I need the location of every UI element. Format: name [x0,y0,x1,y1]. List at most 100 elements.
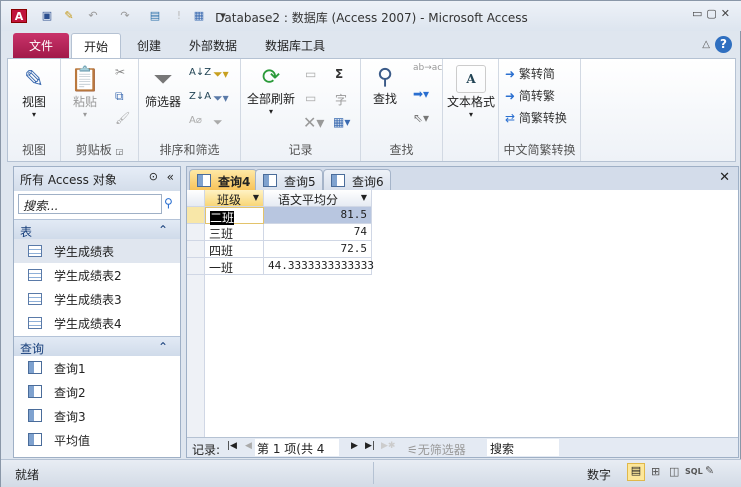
nav-search-input[interactable]: 搜索... [18,194,162,214]
nav-item-table[interactable]: 学生成绩表2 [14,263,180,287]
replace-icon[interactable]: ab→ac [413,63,442,73]
nav-item-query[interactable]: 查询1 [14,356,180,380]
dropdown-arrow-icon[interactable]: ▼ [253,193,259,202]
nav-item-query[interactable]: 查询3 [14,404,180,428]
no-filter-button[interactable]: ⚟无筛选器 [407,441,466,458]
dropdown-arrow-icon[interactable]: ▼ [361,193,367,202]
copy-icon[interactable]: ⧉ [115,89,124,104]
close-icon[interactable]: ✕ [719,170,730,185]
find-button[interactable]: ⚲ 查找 [365,65,405,107]
goto-icon[interactable]: ➡▾ [413,87,429,101]
selection-filter-icon[interactable]: ⏷▾ [213,67,229,82]
tab-file[interactable]: 文件 [13,33,69,59]
record-search-input[interactable]: 搜索 [487,439,559,456]
chevron-down-icon[interactable]: ⊙ [149,170,158,183]
nav-section-queries[interactable]: 查询 ⌃ [14,336,180,356]
simplified-to-traditional-button[interactable]: ➜ 简转繁 [505,87,555,104]
doc-tab-query5[interactable]: 查询5 [255,169,323,190]
chinese-conversion-button[interactable]: ⇄ 简繁转换 [505,109,567,126]
row-selector[interactable] [187,224,205,241]
clear-sort-icon[interactable]: A⌀ [189,115,202,126]
table-cell[interactable]: 一班 [205,258,264,275]
select-all[interactable] [187,190,205,207]
pivot-chart-view-icon[interactable]: ◫ [669,465,679,478]
doc-tab-query6[interactable]: 查询6 [323,169,391,190]
next-record-icon[interactable]: ▶ [351,441,358,451]
minimize-ribbon-icon[interactable]: △ [702,39,710,50]
table-cell[interactable]: 81.5 [264,207,372,224]
view-button[interactable]: ✎ 视图 ▾ [12,65,56,119]
nav-item-query[interactable]: 查询2 [14,380,180,404]
totals-icon[interactable]: Σ [335,67,343,81]
search-icon[interactable]: ⚲ [164,196,173,210]
row-selector[interactable] [187,241,205,258]
window-controls[interactable]: ▭▢✕ [692,7,734,20]
previous-record-icon[interactable]: ◀ [245,441,252,451]
table-cell[interactable]: 72.5 [264,241,372,258]
section-title: 查询 [20,342,45,356]
help-icon[interactable]: ? [715,36,732,53]
tab-database-tools[interactable]: 数据库工具 [253,33,337,59]
nav-item-table[interactable]: 学生成绩表4 [14,311,180,335]
pivot-table-view-icon[interactable]: ⊞ [651,465,660,478]
sort-descending-icon[interactable]: Z↓A [189,91,211,102]
column-header[interactable]: 语文平均分 ▼ [264,190,372,207]
nav-section-tables[interactable]: 表 ⌃ [14,219,180,239]
group-chinese-conversion: ➜ 繁转简 ➜ 简转繁 ⇄ 简繁转换 中文简繁转换 [499,59,581,161]
traditional-to-simplified-button[interactable]: ➜ 繁转简 [505,65,555,82]
paste-label: 粘贴 [72,95,97,109]
advanced-filter-icon[interactable]: ⏷▾ [213,91,229,106]
table-cell[interactable]: 三班 [205,224,264,241]
table-cell[interactable]: 二班 [205,207,264,225]
text-format-button[interactable]: A 文本格式 ▾ [445,65,497,119]
group-clipboard: 📋 粘贴 ▾ ✂ ⧉ 🖌 剪贴板 ◲ [61,59,139,161]
s2t-label: 简转繁 [518,89,555,103]
toggle-filter-icon[interactable]: ⏷ [213,115,223,130]
nav-item-table[interactable]: 学生成绩表3 [14,287,180,311]
collapse-pane-icon[interactable]: « [167,170,174,184]
datasheet-view-icon[interactable]: ▤ [627,463,645,481]
spelling-icon[interactable]: 字 [335,91,347,108]
convert-icon: ➜ [505,67,516,81]
save-record-icon[interactable]: ▭ [305,91,316,105]
divider [373,462,374,484]
format-painter-icon[interactable]: 🖌 [115,111,130,125]
item-label: 学生成绩表4 [54,317,122,331]
nav-item-table[interactable]: 学生成绩表 [14,239,180,263]
new-record-icon[interactable]: ▶✱ [381,441,395,451]
query-icon [28,409,42,422]
last-record-icon[interactable]: ▶| [365,441,375,451]
cell-value: 二班 [210,211,235,225]
refresh-all-button[interactable]: ⟳ 全部刷新 ▾ [245,65,297,116]
tab-home[interactable]: 开始 [71,33,122,59]
refresh-icon: ⟳ [261,65,281,90]
sql-view-icon[interactable]: SQL [685,467,703,476]
item-label: 学生成绩表3 [54,293,122,307]
tab-create[interactable]: 创建 [125,33,173,59]
design-view-icon[interactable]: ✎ [705,464,714,477]
row-selector[interactable] [187,207,205,224]
status-text: 就绪 [15,468,40,482]
table-cell[interactable]: 74 [264,224,372,241]
more-icon[interactable]: ▦▾ [333,115,350,129]
tab-external-data[interactable]: 外部数据 [177,33,249,59]
dialog-launcher-icon[interactable]: ◲ [116,147,124,156]
row-selector[interactable] [187,258,205,275]
cut-icon[interactable]: ✂ [115,65,125,79]
delete-icon[interactable]: ✕▾ [303,113,324,132]
paste-button[interactable]: 📋 粘贴 ▾ [67,65,103,119]
doc-tab-query4[interactable]: 查询4 [189,169,258,190]
table-cell[interactable]: 44.3333333333333 [264,258,374,275]
item-label: 平均值 [54,434,91,448]
nav-pane-header[interactable]: 所有 Access 对象 ⊙ « [14,167,180,191]
new-record-icon[interactable]: ▭ [305,67,316,81]
sort-ascending-icon[interactable]: A↓Z [189,67,211,78]
table-cell[interactable]: 四班 [205,241,264,258]
first-record-icon[interactable]: |◀ [227,441,237,451]
column-header[interactable]: 班级 ▼ [205,190,264,207]
current-record-field[interactable]: 第 1 项(共 4 项) [255,439,339,473]
filter-button[interactable]: ⏷ 筛选器 [143,65,183,110]
select-icon[interactable]: ⇖▾ [413,111,429,125]
nav-item-query[interactable]: 平均值 [14,428,180,452]
navigation-pane: 所有 Access 对象 ⊙ « 搜索... ⚲ 表 ⌃ 学生成绩表 学生成绩表2… [13,166,181,458]
